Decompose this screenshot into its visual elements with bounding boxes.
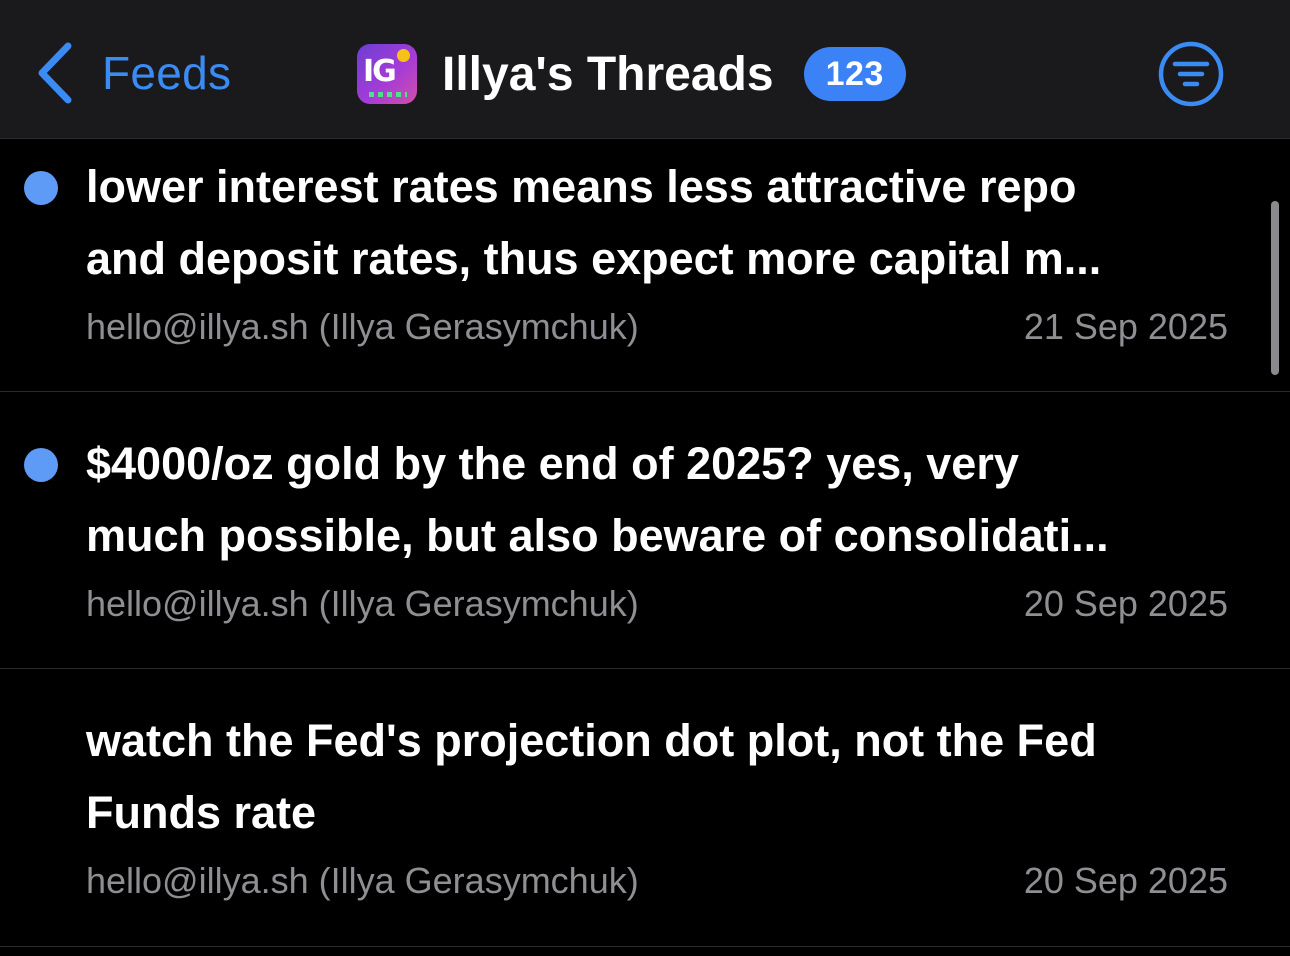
unread-indicator [24,448,58,482]
article-date: 20 Sep 2025 [1023,860,1228,901]
article-meta: hello@illya.sh (Illya Gerasymchuk) 20 Se… [86,582,1228,626]
article-title: $4000/oz gold by the end of 2025? yes, v… [86,428,1236,572]
screen: Feeds IG Illya's Threads 123 lower inter… [0,0,1290,956]
feed-header: IG Illya's Threads 123 [357,44,906,104]
logo-dot [397,49,410,62]
logo-bars [369,92,407,97]
article-author: hello@illya.sh (Illya Gerasymchuk) [86,306,639,347]
feed-title: Illya's Threads [442,47,774,101]
feed-logo-text: IG [363,54,397,89]
article-meta: hello@illya.sh (Illya Gerasymchuk) 20 Se… [86,859,1228,903]
article-row[interactable]: lower interest rates means less attracti… [0,140,1290,392]
unread-indicator [24,171,58,205]
filter-lines-icon [1158,41,1224,107]
scrollbar[interactable] [1271,201,1279,375]
article-date: 20 Sep 2025 [1023,583,1228,624]
article-title: lower interest rates means less attracti… [86,151,1236,295]
chevron-left-icon [36,40,74,106]
article-author: hello@illya.sh (Illya Gerasymchuk) [86,860,639,901]
article-title-line: lower interest rates means less attracti… [86,161,1077,212]
article-meta: hello@illya.sh (Illya Gerasymchuk) 21 Se… [86,305,1228,349]
back-label: Feeds [102,47,232,99]
article-title-line: $4000/oz gold by the end of 2025? yes, v… [86,438,1019,489]
article-list: lower interest rates means less attracti… [0,140,1290,947]
article-title-line: much possible, but also beware of consol… [86,510,1109,561]
article-row[interactable]: watch the Fed's projection dot plot, not… [0,669,1290,947]
feed-logo-icon: IG [357,44,417,104]
filter-button[interactable] [1158,41,1224,107]
article-date: 21 Sep 2025 [1023,306,1228,347]
article-title-line: Funds rate [86,787,317,838]
unread-count-badge: 123 [803,47,906,101]
article-title-line: watch the Fed's projection dot plot, not… [86,715,1097,766]
article-author: hello@illya.sh (Illya Gerasymchuk) [86,583,639,624]
article-title: watch the Fed's projection dot plot, not… [86,705,1236,849]
article-title-line: and deposit rates, thus expect more capi… [86,233,1102,284]
back-button[interactable]: Feeds [36,40,231,106]
navigation-bar: Feeds IG Illya's Threads 123 [0,0,1290,139]
article-row[interactable]: $4000/oz gold by the end of 2025? yes, v… [0,392,1290,669]
